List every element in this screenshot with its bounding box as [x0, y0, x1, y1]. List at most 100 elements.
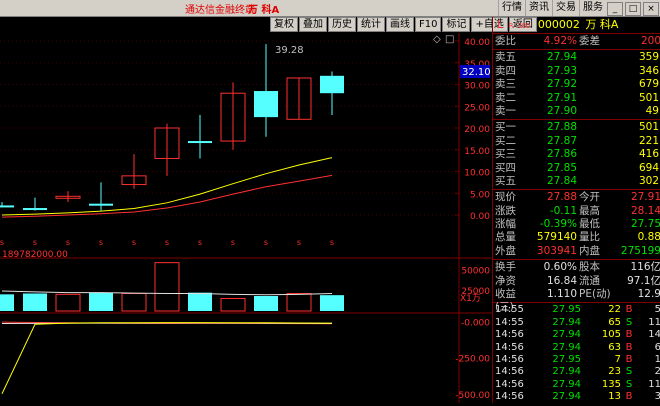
fundamental-row: 收益(三) 1.110 PE(动) 12.9 — [495, 288, 660, 314]
price-axis-label: 25.00 — [464, 103, 490, 113]
price-axis-label: 5.00 — [470, 190, 490, 200]
weibi-row: 委比 4.92% 委差 200 — [495, 35, 660, 47]
buy-level-row: 买五 27.84 302 — [495, 174, 659, 187]
volume-axis-label: 50000 — [461, 266, 490, 276]
indicator-axis-label: -0.000 — [461, 318, 490, 328]
volume-bar — [254, 296, 278, 311]
candle-body — [320, 75, 344, 94]
indicator-axis-label: -500.00 — [455, 391, 490, 401]
volume-ma-line — [1, 290, 333, 296]
volume-bar — [55, 293, 81, 312]
date-marker: s — [264, 238, 268, 247]
volume-unit: X1万 — [460, 294, 481, 304]
sell-level-row: 卖二 27.91 501 — [495, 91, 659, 104]
volume-bar — [23, 293, 47, 311]
buy-level-row: 买二 27.87 221 — [495, 134, 659, 147]
quote-stat-row: 涨跌 -0.11 最高 28.14 — [495, 204, 660, 217]
indicator-line — [1, 322, 333, 394]
quote-stat-row: 涨幅 -0.39% 最低 27.75 — [495, 218, 660, 231]
restore-rights-button[interactable]: 复权 — [270, 17, 298, 32]
chart-area[interactable]: 0.00 5.00 10.00 15.00 20.00 25.00 30.00 35.00 40… — [0, 33, 492, 403]
history-button[interactable]: 历史 — [328, 17, 356, 32]
maximize-icon[interactable]: □ — [625, 2, 641, 16]
chart-icon-square[interactable]: □ — [445, 34, 454, 45]
menu-market[interactable]: 行情 — [498, 0, 525, 16]
quote-stat-row: 总量 579140 量比 0.88 — [495, 231, 660, 244]
price-axis-label: 10.00 — [464, 169, 490, 179]
overlay-button[interactable]: 叠加 — [299, 17, 327, 32]
stock-title: 万 科A — [248, 5, 280, 16]
fundamental-row: 换手 0.60% 股本 116亿 — [495, 261, 660, 274]
candle-body — [188, 141, 212, 144]
menu-news[interactable]: 资讯 — [525, 0, 552, 16]
date-marker: s — [33, 238, 37, 247]
buy-level-row: 买四 27.85 694 — [495, 161, 659, 174]
date-marker: s — [165, 238, 169, 247]
close-icon[interactable]: × — [643, 2, 659, 16]
sell-level-row: 卖三 27.92 679 — [495, 78, 659, 91]
quote-panel: L R 300 000002 万 科A 委比 4.92% 委差 200 卖五 27… — [492, 17, 660, 403]
volume-bar — [89, 292, 113, 311]
tick-row: 14:56 27.94 23 S 2 — [495, 366, 660, 378]
kline-chart[interactable]: 0.005.0010.0015.0020.0025.0030.0035.0040… — [0, 33, 492, 403]
quote-l-label: L — [497, 18, 504, 31]
volume-bar — [320, 295, 344, 311]
date-marker: s — [231, 238, 235, 247]
indicator-axis-label: -250.00 — [455, 355, 490, 365]
volume-bar — [220, 298, 246, 312]
volume-bar — [188, 292, 212, 311]
quote-stat-row: 外盘 303941 内盘 275199 — [495, 244, 660, 257]
tick-row: 14:56 27.94 105 B 14 — [495, 329, 660, 341]
chart-icon-diamond[interactable]: ◇ — [433, 34, 441, 45]
sell-level-row: 卖四 27.93 346 — [495, 64, 659, 77]
f10-button[interactable]: F10 — [415, 17, 442, 32]
current-price-tag: 32.10 — [462, 67, 491, 78]
high-price-label: 39.28 — [275, 45, 304, 56]
sell-level-row: 卖一 27.90 49 — [495, 104, 659, 117]
mark-button[interactable]: 标记 — [442, 17, 471, 32]
date-marker: s — [0, 238, 4, 247]
price-axis-label: 15.00 — [464, 147, 490, 157]
date-marker: s — [330, 238, 334, 247]
date-marker: s — [198, 238, 202, 247]
minimize-icon[interactable]: _ — [607, 2, 623, 16]
quote-stat-row: 现价 27.88 今开 27.91 — [495, 191, 660, 204]
weibi-value: 4.92% — [543, 35, 577, 47]
fundamental-row: 净资 16.84 流通 97.1亿 — [495, 274, 660, 287]
weicha-value: 200 — [640, 35, 660, 47]
date-marker: s — [99, 238, 103, 247]
price-axis-label: 0.00 — [470, 212, 490, 222]
top-menu: 行情 资讯 交易 服务 _ □ × — [498, 0, 660, 16]
candle-body — [254, 91, 278, 118]
stats-button[interactable]: 统计 — [357, 17, 385, 32]
tick-row: 14:56 27.94 13 B 3 — [495, 391, 660, 403]
volume-label: 189782000.00 — [2, 250, 68, 260]
stock-name: 万 科A — [585, 18, 619, 31]
volume-bar — [154, 262, 180, 312]
stock-code: 000002 — [537, 18, 580, 31]
candle-body — [89, 203, 113, 206]
tick-row: 14:56 27.94 63 B 6 — [495, 341, 660, 353]
quote-r-label: R — [508, 22, 514, 30]
price-axis-label: 30.00 — [464, 82, 490, 92]
draw-line-button[interactable]: 画线 — [386, 17, 414, 32]
candle-body — [23, 208, 47, 211]
tick-row: 14:56 27.94 135 S 11 — [495, 378, 660, 390]
app-title: 通达信金融终端 — [185, 5, 255, 16]
date-marker: s — [66, 238, 70, 247]
date-marker: s — [297, 238, 301, 247]
volume-bar — [286, 293, 312, 312]
moving-average-line — [1, 174, 333, 218]
price-axis-label: 40.00 — [464, 38, 490, 48]
tick-row: 14:55 27.95 22 B 5 — [495, 304, 660, 316]
tick-row: 14:55 27.94 65 S 11 — [495, 316, 660, 328]
volume-bar — [121, 293, 147, 312]
menu-service[interactable]: 服务 — [579, 0, 606, 16]
date-marker: s — [132, 238, 136, 247]
menu-trade[interactable]: 交易 — [552, 0, 579, 16]
buy-level-row: 买三 27.86 416 — [495, 148, 659, 161]
quote-header: L R 300 000002 万 科A — [493, 17, 660, 32]
candle-body — [0, 205, 14, 208]
buy-level-row: 买一 27.88 501 — [495, 121, 659, 134]
tick-row: 14:56 27.95 7 B 1 — [495, 353, 660, 365]
